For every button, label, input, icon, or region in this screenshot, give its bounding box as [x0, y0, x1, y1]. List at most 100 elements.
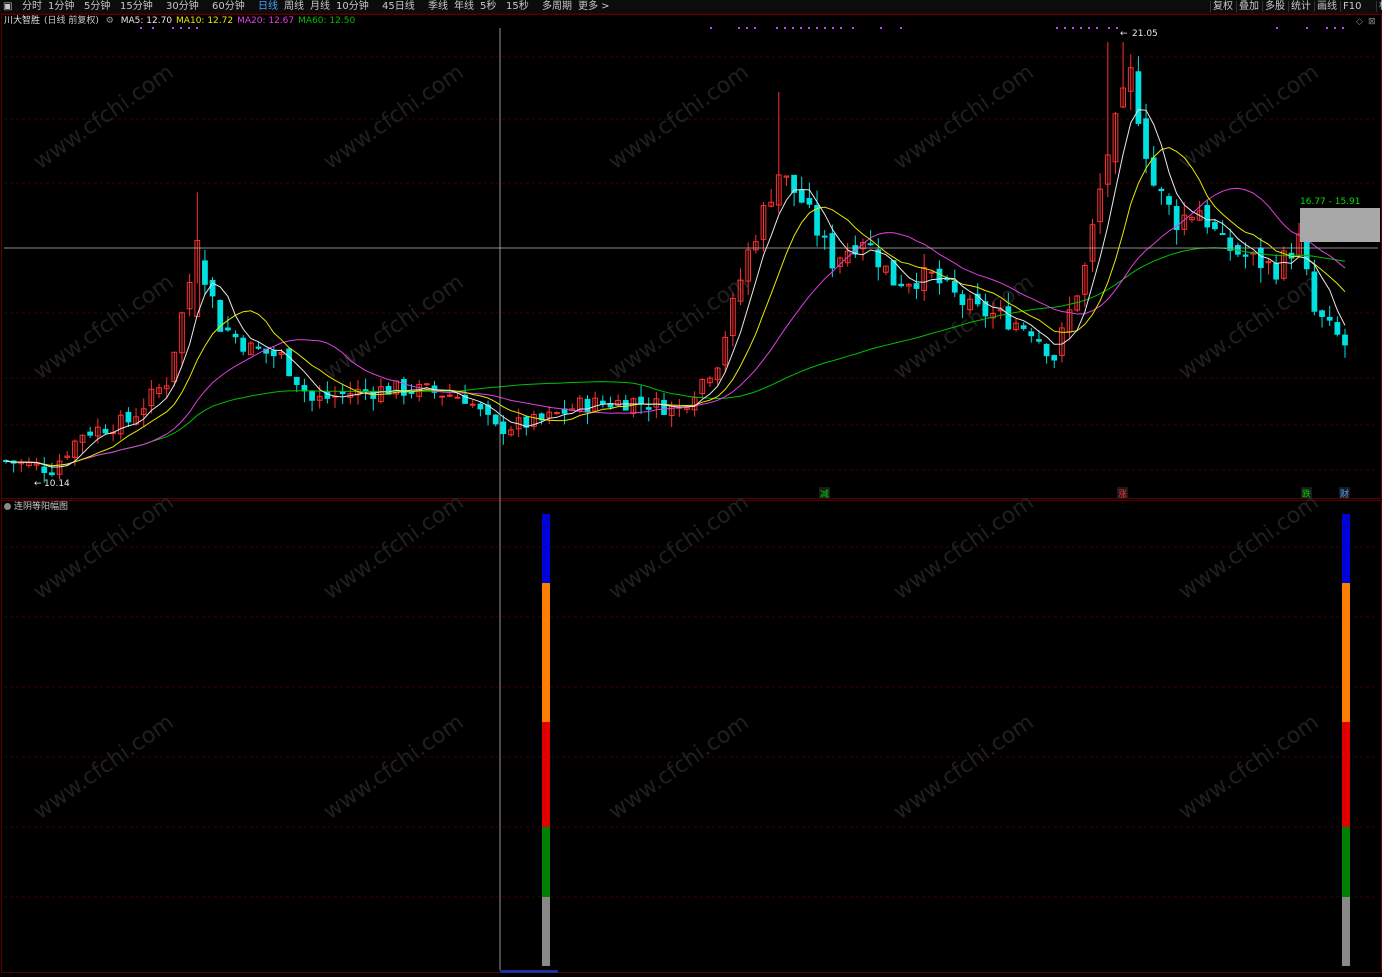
- candle-body: [309, 391, 315, 401]
- candle-body: [301, 385, 308, 392]
- signal-dot: [1064, 27, 1066, 29]
- chart-close-icon: ⊠: [1368, 17, 1376, 27]
- watermark-text: www.cfchi.com: [604, 60, 753, 175]
- watermark-text: www.cfchi.com: [604, 270, 753, 385]
- signal-dot: [852, 27, 854, 29]
- signal-dot: [900, 27, 902, 29]
- signal-dot: [1326, 27, 1328, 29]
- indicator-bar-segment: [1342, 583, 1350, 722]
- candle-body: [87, 431, 94, 436]
- candle-body: [293, 376, 300, 385]
- candle-body: [477, 403, 484, 410]
- candle-body: [202, 260, 208, 285]
- candle-body: [821, 235, 828, 238]
- signal-dot: [816, 27, 818, 29]
- candle-body: [125, 411, 132, 423]
- candle-body: [1020, 325, 1027, 329]
- event-marker-0: 减: [820, 488, 829, 500]
- candle-body: [401, 379, 407, 396]
- indicator-baseline-marker: [500, 970, 558, 973]
- indicator-bar-segment: [1342, 827, 1350, 897]
- signal-dot: [140, 27, 142, 29]
- candle-body: [1158, 188, 1165, 192]
- signal-dot: [1306, 27, 1308, 29]
- candle-body: [928, 271, 935, 274]
- candle-body: [867, 243, 874, 246]
- signal-dot: [196, 27, 198, 29]
- signal-dot: [710, 27, 712, 29]
- signal-dot: [1334, 27, 1336, 29]
- candle-body: [41, 466, 48, 473]
- candle-body: [454, 396, 461, 399]
- watermark-text: www.cfchi.com: [319, 60, 468, 175]
- candle-body: [1028, 331, 1035, 337]
- signal-dot: [840, 27, 842, 29]
- signal-dot: [1108, 27, 1110, 29]
- signal-dot: [808, 27, 810, 29]
- candle-body: [645, 407, 652, 410]
- candle-body: [798, 189, 805, 203]
- watermark-text: www.cfchi.com: [1174, 270, 1323, 385]
- signal-dot: [1342, 27, 1344, 29]
- watermark-text: www.cfchi.com: [319, 710, 468, 825]
- candle-body: [622, 400, 629, 411]
- candle-body: [1334, 322, 1341, 335]
- chart-canvas[interactable]: www.cfchi.com www.cfchi.com www.cfchi.com w…: [0, 0, 1382, 977]
- signal-dot: [746, 27, 748, 29]
- candle-body: [959, 294, 966, 306]
- candle-body: [599, 400, 606, 405]
- low-arrow: ←: [34, 479, 42, 489]
- indicator-bar-segment: [542, 583, 550, 722]
- candle-body: [1166, 196, 1172, 205]
- watermark-text: www.cfchi.com: [29, 270, 178, 385]
- watermark-text: www.cfchi.com: [889, 60, 1038, 175]
- price-range-box: [1300, 208, 1380, 242]
- candle-body: [439, 395, 446, 398]
- signal-dot: [738, 27, 740, 29]
- signal-dot: [172, 27, 174, 29]
- candle-body: [806, 198, 813, 205]
- candle-body: [1342, 334, 1348, 346]
- signal-dot: [1072, 27, 1074, 29]
- ma5-line: [5, 109, 1346, 468]
- candle-body: [1051, 355, 1058, 361]
- indicator-bar-segment: [542, 514, 550, 583]
- signal-dot: [784, 27, 786, 29]
- indicator-bar-segment: [1342, 722, 1350, 827]
- signal-dot: [824, 27, 826, 29]
- candle-body: [1005, 306, 1012, 330]
- candle-body: [890, 260, 897, 286]
- signal-dot: [800, 27, 802, 29]
- watermark-text: www.cfchi.com: [319, 270, 468, 385]
- candle-body: [1150, 157, 1157, 186]
- signal-dot: [1276, 27, 1278, 29]
- watermark-text: www.cfchi.com: [889, 710, 1038, 825]
- candle-body: [1135, 71, 1142, 124]
- candle-body: [951, 280, 958, 293]
- event-marker-3: 财: [1340, 488, 1349, 500]
- high-price-label: 21.05: [1132, 29, 1158, 39]
- signal-dot: [180, 27, 182, 29]
- indicator-bar-segment: [542, 827, 550, 897]
- candle-body: [446, 394, 453, 397]
- indicator-bar-segment: [1342, 514, 1350, 583]
- indicator-bar-segment: [1342, 897, 1350, 966]
- signal-dot: [754, 27, 756, 29]
- candle-body: [1326, 316, 1333, 321]
- low-price-label: 10.14: [44, 479, 70, 489]
- event-marker-1: 涨: [1118, 489, 1127, 500]
- signal-dot: [792, 27, 794, 29]
- indicator-bar-segment: [542, 722, 550, 827]
- candle-body: [584, 398, 591, 413]
- watermark-text: www.cfchi.com: [1174, 710, 1323, 825]
- candle-body: [1311, 271, 1318, 312]
- candle-body: [936, 268, 943, 284]
- candle-body: [1319, 310, 1325, 317]
- candle-body: [1242, 254, 1249, 257]
- indicator-bar-segment: [542, 897, 550, 966]
- candle-body: [423, 383, 430, 386]
- candle-body: [500, 421, 507, 435]
- signal-dot: [188, 27, 190, 29]
- event-marker-2: 跌: [1302, 489, 1311, 500]
- candle-body: [286, 348, 292, 377]
